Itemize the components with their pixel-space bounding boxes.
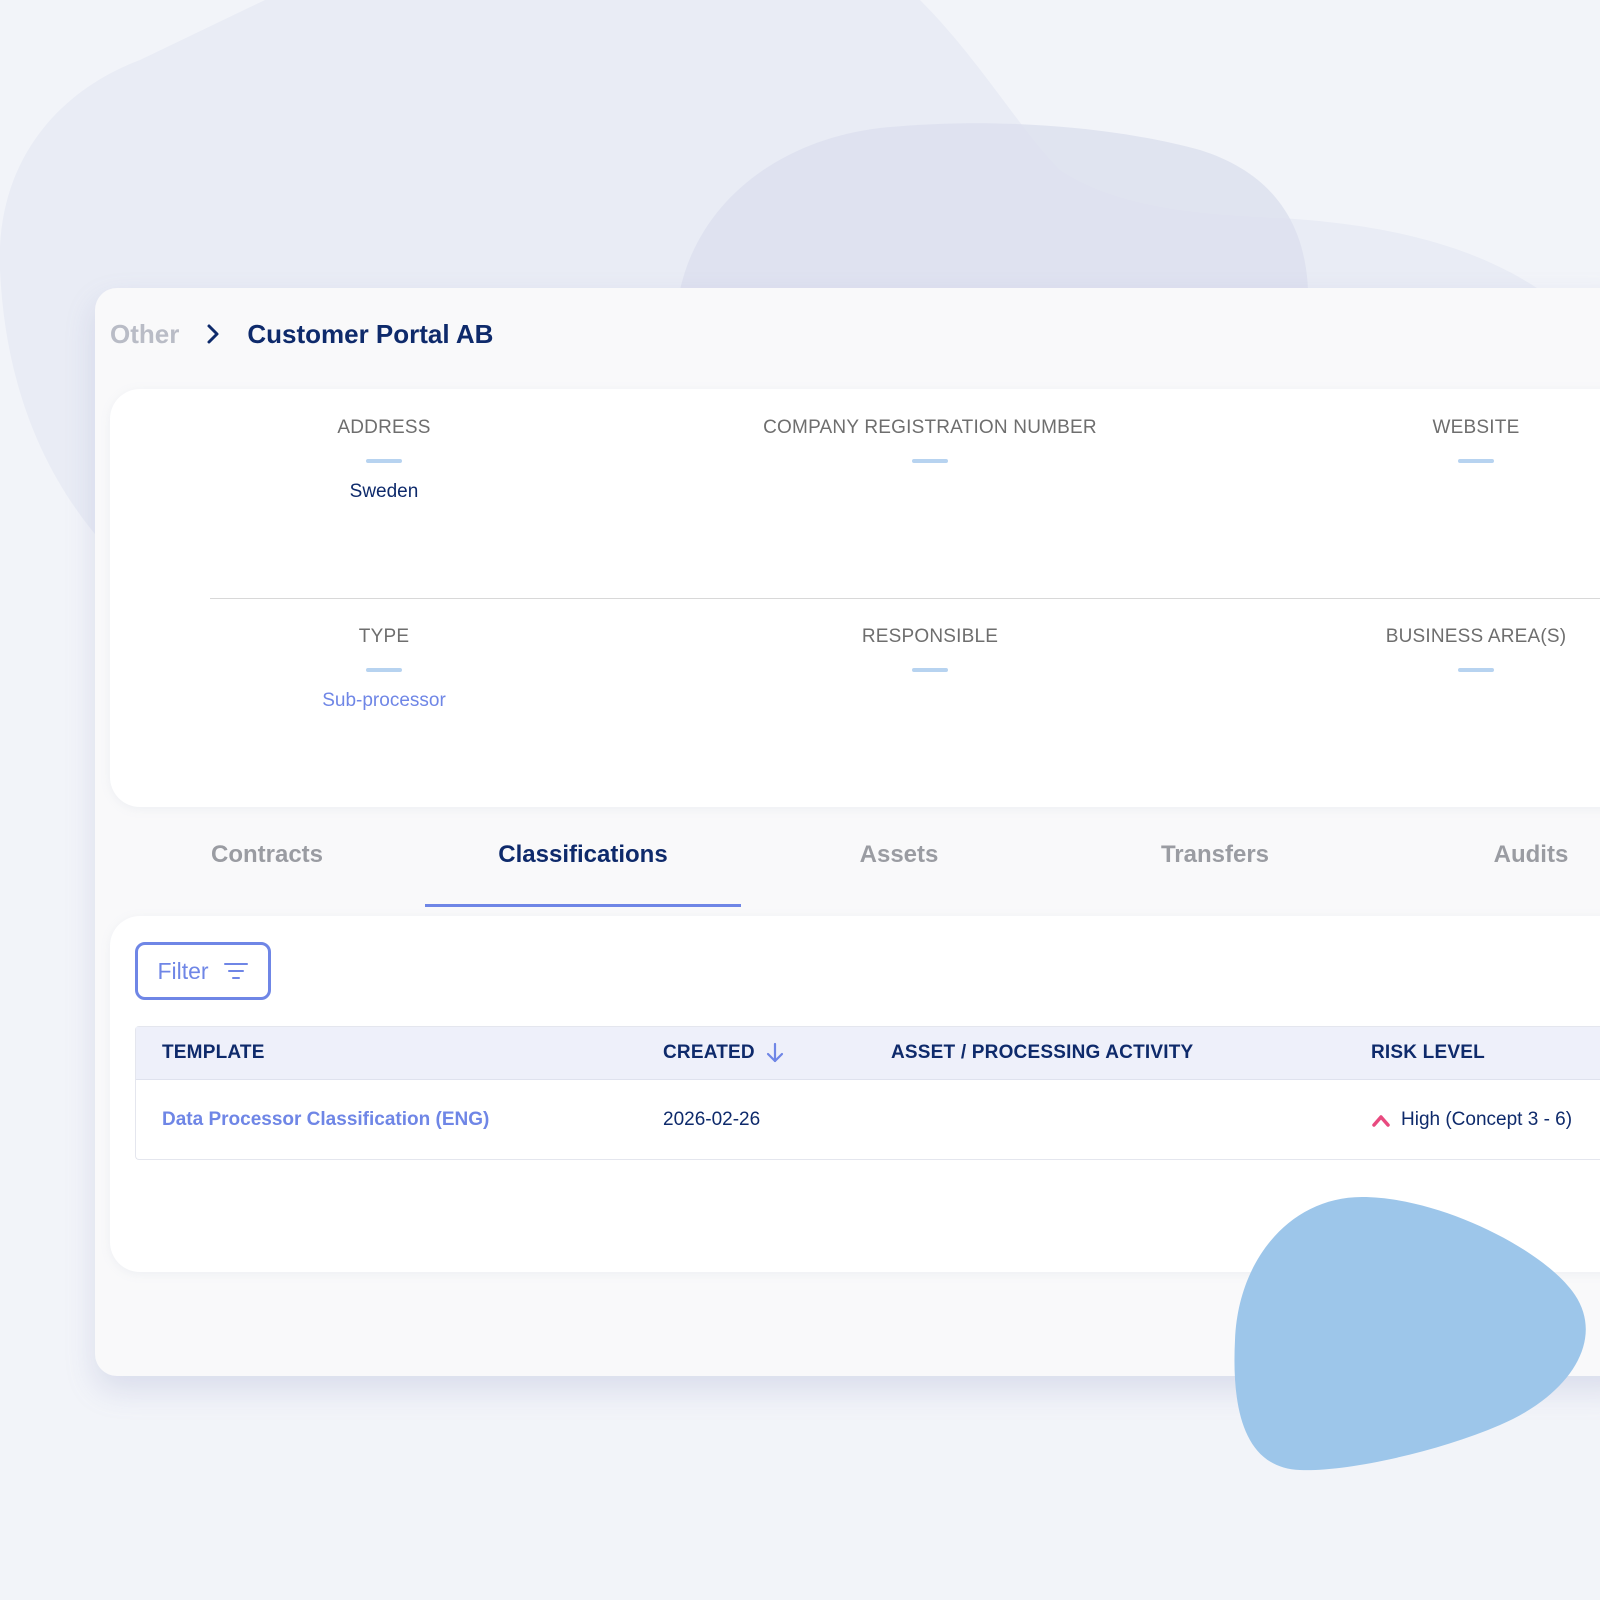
- tab-transfers[interactable]: Transfers: [1057, 828, 1373, 884]
- filter-button[interactable]: Filter: [135, 942, 271, 1000]
- field-website: WEBSITE: [1246, 417, 1600, 481]
- field-label: ADDRESS: [337, 417, 431, 438]
- field-label: TYPE: [358, 626, 410, 647]
- risk-level-label: High (Concept 3 - 6): [1401, 1109, 1573, 1130]
- empty-value-dash: [912, 459, 948, 463]
- column-header-risk-level[interactable]: RISK LEVEL: [1371, 1027, 1485, 1079]
- column-header-template[interactable]: TEMPLATE: [162, 1027, 265, 1079]
- filter-icon: [223, 963, 248, 979]
- breadcrumb-parent-link[interactable]: Other: [110, 319, 179, 350]
- field-type: TYPE Sub-processor: [154, 626, 614, 712]
- tab-bar: Contracts Classifications Assets Transfe…: [95, 828, 1600, 888]
- tab-contracts[interactable]: Contracts: [109, 828, 425, 884]
- tab-audits[interactable]: Audits: [1373, 828, 1600, 884]
- arrow-down-icon: [766, 1042, 783, 1063]
- app-window: Other Customer Portal AB ADDRESS Sweden …: [95, 288, 1600, 1376]
- risk-level: High (Concept 3 - 6): [1371, 1080, 1572, 1160]
- field-registration-number: COMPANY REGISTRATION NUMBER: [700, 417, 1160, 481]
- empty-value-dash: [366, 459, 402, 463]
- tab-assets[interactable]: Assets: [741, 828, 1057, 884]
- classifications-panel: Filter TEMPLATE CREATED ASSET / PROCESSI…: [110, 916, 1600, 1272]
- breadcrumb: Other Customer Portal AB: [110, 314, 493, 354]
- divider: [210, 598, 1600, 599]
- table-header: TEMPLATE CREATED ASSET / PROCESSING ACTI…: [136, 1027, 1600, 1080]
- table-row[interactable]: Data Processor Classification (ENG) 2026…: [136, 1080, 1600, 1160]
- column-header-created[interactable]: CREATED: [663, 1027, 785, 1079]
- active-tab-indicator: [425, 904, 741, 907]
- details-card: ADDRESS Sweden COMPANY REGISTRATION NUMB…: [110, 389, 1600, 807]
- chevron-right-icon: [205, 323, 221, 345]
- field-label: COMPANY REGISTRATION NUMBER: [763, 417, 1097, 438]
- empty-value-dash: [1458, 668, 1494, 672]
- tab-classifications[interactable]: Classifications: [425, 828, 741, 884]
- empty-value-dash: [1458, 459, 1494, 463]
- field-business-areas: BUSINESS AREA(S): [1246, 626, 1600, 690]
- column-header-created-label: CREATED: [663, 1042, 755, 1063]
- field-address: ADDRESS Sweden: [154, 417, 614, 503]
- field-label: BUSINESS AREA(S): [1385, 626, 1567, 647]
- field-label: RESPONSIBLE: [861, 626, 999, 647]
- column-header-asset[interactable]: ASSET / PROCESSING ACTIVITY: [891, 1027, 1193, 1079]
- field-label: WEBSITE: [1432, 417, 1520, 438]
- address-value: Sweden: [349, 481, 419, 502]
- type-value-link[interactable]: Sub-processor: [154, 690, 614, 712]
- page-title: Customer Portal AB: [247, 318, 494, 349]
- classifications-table: TEMPLATE CREATED ASSET / PROCESSING ACTI…: [135, 1026, 1600, 1160]
- filter-button-label: Filter: [157, 957, 209, 984]
- template-link[interactable]: Data Processor Classification (ENG): [162, 1080, 489, 1160]
- empty-value-dash: [366, 668, 402, 672]
- field-responsible: RESPONSIBLE: [700, 626, 1160, 690]
- created-date: 2026-02-26: [663, 1109, 761, 1130]
- chevron-up-icon: [1372, 1115, 1390, 1127]
- empty-value-dash: [912, 668, 948, 672]
